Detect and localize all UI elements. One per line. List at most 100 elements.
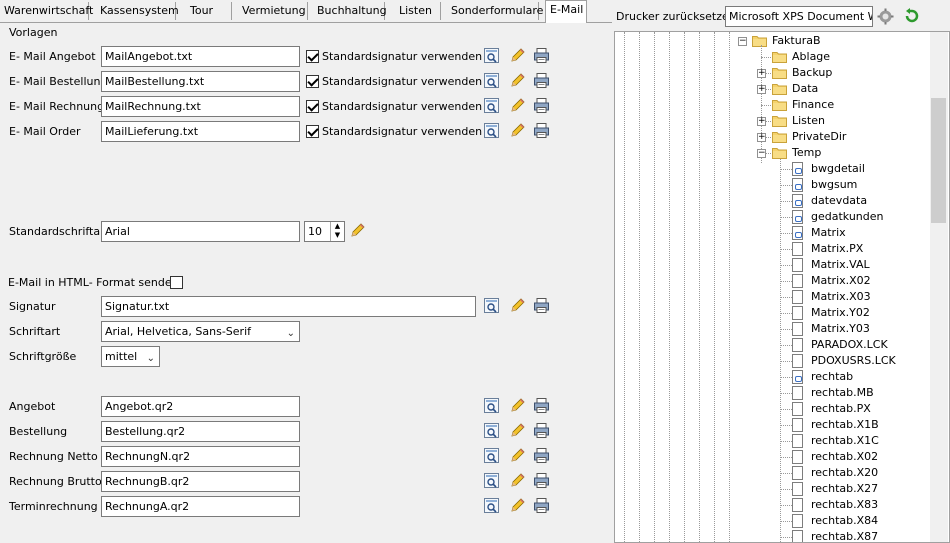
tree-folder-item[interactable]: Finance (792, 98, 834, 112)
tree-file-item[interactable]: Matrix (811, 226, 846, 240)
pencil-icon[interactable] (509, 297, 526, 314)
tree-file-item[interactable]: Matrix.Y02 (811, 306, 870, 320)
tree-file-item[interactable]: rechtab (811, 370, 853, 384)
pencil-icon[interactable] (509, 97, 526, 114)
form-input[interactable]: RechnungB.qr2 (101, 471, 300, 492)
template-input[interactable]: MailBestellung.txt (101, 71, 300, 92)
preview-icon[interactable] (483, 422, 500, 439)
tab-warenwirtschaft[interactable]: Warenwirtschaft (0, 2, 93, 20)
stepper-arrows-icon[interactable]: ▲ ▼ (330, 222, 344, 241)
tree-file-item[interactable]: rechtab.X1C (811, 434, 879, 448)
tab-kassensystem[interactable]: Kassensystem (96, 2, 179, 20)
tree-folder-item[interactable]: PrivateDir (792, 130, 846, 144)
tree-file-item[interactable]: rechtab.X84 (811, 514, 878, 528)
printer-icon[interactable] (533, 447, 550, 464)
tree-root-label[interactable]: FakturaB (772, 34, 821, 48)
html-checkbox[interactable] (170, 276, 183, 289)
preview-icon[interactable] (483, 72, 500, 89)
tree-folder-item[interactable]: Backup (792, 66, 832, 80)
font-size-stepper[interactable]: 10 ▲ ▼ (304, 221, 345, 242)
pencil-icon[interactable] (509, 472, 526, 489)
scrollbar-thumb[interactable] (931, 98, 946, 223)
pencil-icon[interactable] (509, 422, 526, 439)
printer-icon[interactable] (533, 72, 550, 89)
preview-icon[interactable] (483, 47, 500, 64)
printer-icon[interactable] (533, 472, 550, 489)
expand-toggle-icon[interactable]: + (757, 69, 766, 78)
tab-listen[interactable]: Listen (395, 2, 441, 20)
preview-icon[interactable] (483, 122, 500, 139)
tree-folder-item[interactable]: Ablage (792, 50, 830, 64)
tab-email[interactable]: E-Mail (545, 0, 587, 23)
form-input[interactable]: RechnungN.qr2 (101, 446, 300, 467)
tree-file-item[interactable]: bwgdetail (811, 162, 865, 176)
printer-icon[interactable] (533, 297, 550, 314)
preview-icon[interactable] (483, 297, 500, 314)
expand-toggle-icon[interactable]: + (757, 133, 766, 142)
gear-icon[interactable] (877, 8, 894, 25)
signature-checkbox[interactable] (306, 100, 319, 113)
preview-icon[interactable] (483, 497, 500, 514)
signature-input[interactable]: Signatur.txt (101, 296, 476, 317)
template-input[interactable]: MailLieferung.txt (101, 121, 300, 142)
collapse-toggle-icon[interactable]: − (738, 37, 747, 46)
tree-folder-item[interactable]: Temp (792, 146, 821, 160)
tab-tour[interactable]: Tour (186, 2, 232, 20)
tree-file-item[interactable]: rechtab.MB (811, 386, 874, 400)
tree-file-item[interactable]: Matrix.X02 (811, 274, 871, 288)
tree-file-item[interactable]: rechtab.X1B (811, 418, 879, 432)
expand-toggle-icon[interactable]: + (757, 117, 766, 126)
pencil-icon[interactable] (509, 72, 526, 89)
tree-file-item[interactable]: rechtab.X20 (811, 466, 878, 480)
pencil-icon[interactable] (509, 122, 526, 139)
printer-icon[interactable] (533, 97, 550, 114)
tree-file-item[interactable]: gedatkunden (811, 210, 883, 224)
schriftart-select[interactable]: Arial, Helvetica, Sans-Serif ⌄ (101, 321, 300, 342)
tree-file-item[interactable]: Matrix.Y03 (811, 322, 870, 336)
collapse-toggle-icon[interactable]: − (757, 149, 766, 158)
printer-icon[interactable] (533, 122, 550, 139)
printer-select[interactable]: Microsoft XPS Document W (725, 6, 873, 27)
tree-file-item[interactable]: bwgsum (811, 178, 857, 192)
tree-file-item[interactable]: rechtab.X83 (811, 498, 878, 512)
tree-file-item[interactable]: Matrix.VAL (811, 258, 870, 272)
folder-tree[interactable]: − FakturaB Ablage + Backup + Data Finance + Liste… (614, 31, 950, 543)
tree-file-item[interactable]: PARADOX.LCK (811, 338, 888, 352)
form-input[interactable]: Angebot.qr2 (101, 396, 300, 417)
pencil-icon[interactable] (509, 497, 526, 514)
tree-file-item[interactable]: rechtab.X27 (811, 482, 878, 496)
tab-vermietung[interactable]: Vermietung (238, 2, 308, 20)
schriftgroesse-select[interactable]: mittel ⌄ (101, 346, 160, 367)
form-input[interactable]: RechnungA.qr2 (101, 496, 300, 517)
tree-file-item[interactable]: Matrix.PX (811, 242, 863, 256)
pencil-icon[interactable] (349, 222, 366, 239)
template-input[interactable]: MailRechnung.txt (101, 96, 300, 117)
tree-file-item[interactable]: rechtab.X87 (811, 530, 878, 542)
expand-toggle-icon[interactable]: + (757, 85, 766, 94)
tab-buchhaltung[interactable]: Buchhaltung (313, 2, 387, 20)
pencil-icon[interactable] (509, 447, 526, 464)
template-input[interactable]: MailAngebot.txt (101, 46, 300, 67)
signature-checkbox[interactable] (306, 50, 319, 63)
tree-file-item[interactable]: Matrix.X03 (811, 290, 871, 304)
pencil-icon[interactable] (509, 47, 526, 64)
font-input[interactable]: Arial (101, 221, 300, 242)
tree-folder-item[interactable]: Data (792, 82, 818, 96)
preview-icon[interactable] (483, 397, 500, 414)
preview-icon[interactable] (483, 97, 500, 114)
signature-checkbox[interactable] (306, 125, 319, 138)
signature-checkbox[interactable] (306, 75, 319, 88)
tree-folder-item[interactable]: Listen (792, 114, 825, 128)
reset-arrow-icon[interactable] (903, 8, 920, 25)
tab-sonderformulare[interactable]: Sonderformulare (447, 2, 543, 20)
tree-file-item[interactable]: rechtab.PX (811, 402, 871, 416)
printer-icon[interactable] (533, 397, 550, 414)
printer-icon[interactable] (533, 422, 550, 439)
preview-icon[interactable] (483, 472, 500, 489)
tree-file-item[interactable]: PDOXUSRS.LCK (811, 354, 896, 368)
form-input[interactable]: Bestellung.qr2 (101, 421, 300, 442)
printer-icon[interactable] (533, 497, 550, 514)
printer-icon[interactable] (533, 47, 550, 64)
pencil-icon[interactable] (509, 397, 526, 414)
tree-file-item[interactable]: datevdata (811, 194, 867, 208)
